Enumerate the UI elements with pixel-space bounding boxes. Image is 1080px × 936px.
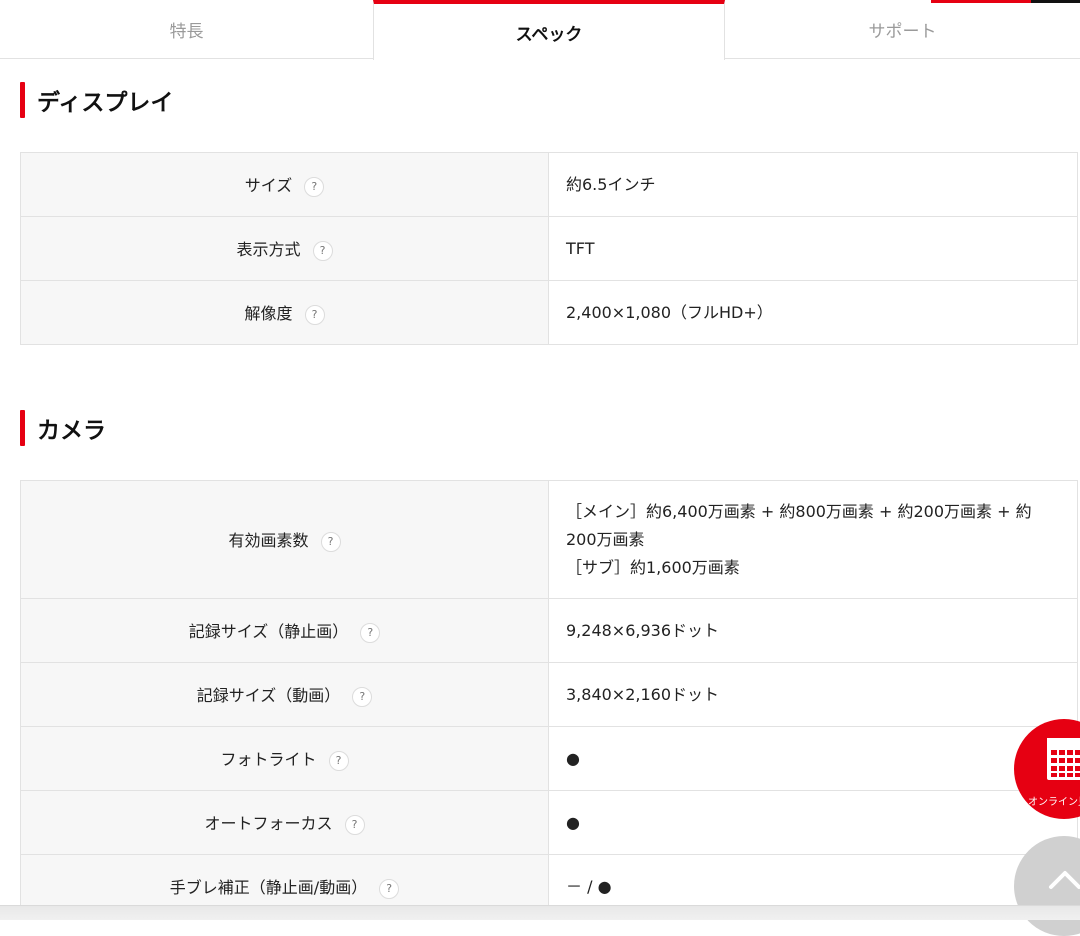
spec-label-cell: フォトライト? [20,726,549,791]
table-row: 表示方式? TFT [20,216,1078,281]
accent-black-strip [1031,0,1080,3]
accent-red-strip [931,0,1031,3]
section-title-camera: カメラ [37,418,106,444]
table-row: オートフォーカス? ● [20,790,1078,855]
spec-label: 有効画素数 [228,531,309,551]
spec-value: ［メイン］約6,400万画素 + 約800万画素 + 約200万画素 + 約 2… [548,480,1078,599]
spec-label-cell: オートフォーカス? [20,790,549,855]
spec-label-cell: 表示方式? [20,216,549,281]
table-row: サイズ? 約6.5インチ [20,152,1078,217]
bottom-toolbar [0,905,1080,920]
section-title-display: ディスプレイ [37,90,174,116]
table-row: 有効画素数? ［メイン］約6,400万画素 + 約800万画素 + 約200万画… [20,480,1078,599]
spec-label: サイズ [244,176,293,196]
help-icon[interactable]: ? [360,622,381,643]
tab-spec[interactable]: スペック [373,0,725,60]
tab-support-label: サポート [868,22,937,42]
tab-bar: 特長 スペック サポート [0,0,1080,60]
spec-label-cell: 解像度? [20,280,549,345]
spec-value: ● [548,790,1078,855]
online-purchase-label: オンライン見 [1028,797,1080,808]
spec-value-line: ［メイン］約6,400万画素 + 約800万画素 + 約200万画素 + 約 [566,501,1032,521]
chevron-up-icon [1049,871,1080,889]
calendar-icon [1047,738,1080,780]
tab-support[interactable]: サポート [725,0,1080,59]
section-heading-camera: カメラ [20,410,106,446]
spec-label: フォトライト [220,750,317,770]
spec-label-cell: 有効画素数? [20,480,549,599]
tab-features[interactable]: 特長 [0,0,373,59]
spec-label-cell: 記録サイズ（動画）? [20,662,549,727]
spec-label: 解像度 [244,304,293,324]
spec-label-cell: 記録サイズ（静止画）? [20,598,549,663]
spec-label: 手ブレ補正（静止画/動画） [169,878,368,898]
spec-value: TFT [548,216,1078,281]
spec-table-camera: 有効画素数? ［メイン］約6,400万画素 + 約800万画素 + 約200万画… [20,480,1078,919]
help-icon[interactable]: ? [328,750,349,771]
heading-accent-bar [20,82,25,118]
section-heading-display: ディスプレイ [20,82,173,118]
table-row: 解像度? 2,400×1,080（フルHD+） [20,280,1078,345]
help-icon[interactable]: ? [304,304,325,325]
spec-label: 記録サイズ（静止画） [188,622,349,642]
help-icon[interactable]: ? [304,176,325,197]
spec-value: ● [548,726,1078,791]
spec-value-line: 200万画素 [566,529,645,549]
spec-label: 記録サイズ（動画） [196,686,341,706]
table-row: 記録サイズ（動画）? 3,840×2,160ドット [20,662,1078,727]
help-icon[interactable]: ? [379,878,400,899]
spec-label-cell: サイズ? [20,152,549,217]
spec-value: 9,248×6,936ドット [548,598,1078,663]
spec-table-display: サイズ? 約6.5インチ 表示方式? TFT 解像度? 2,400×1,080（… [20,152,1078,345]
table-row: 記録サイズ（静止画）? 9,248×6,936ドット [20,598,1078,663]
help-icon[interactable]: ? [344,814,365,835]
help-icon[interactable]: ? [320,531,341,552]
tab-support-accent [931,0,1080,3]
spec-value-line: ［サブ］約1,600万画素 [566,557,740,577]
spec-value: 約6.5インチ [548,152,1078,217]
spec-label: 表示方式 [236,240,301,260]
help-icon[interactable]: ? [352,686,373,707]
spec-value: 3,840×2,160ドット [548,662,1078,727]
spec-value: 2,400×1,080（フルHD+） [548,280,1078,345]
spec-label: オートフォーカス [204,814,333,834]
help-icon[interactable]: ? [312,240,333,261]
table-row: フォトライト? ● [20,726,1078,791]
heading-accent-bar [20,410,25,446]
